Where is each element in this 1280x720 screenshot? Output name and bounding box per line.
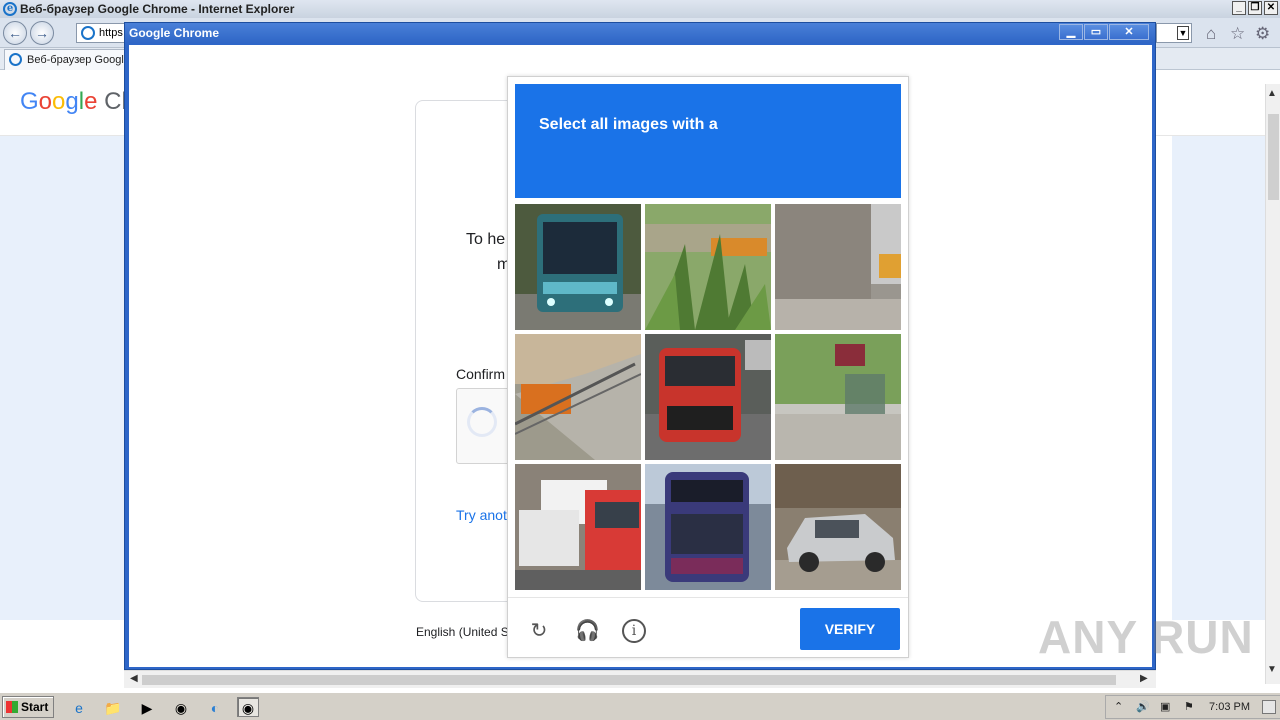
address-bar[interactable]: https xyxy=(76,23,126,43)
card-text-line1: To he xyxy=(466,231,506,248)
chrome-taskbar-icon[interactable]: ◉ xyxy=(170,697,192,717)
start-button[interactable]: Start xyxy=(2,696,54,718)
captcha-tile-car[interactable] xyxy=(775,464,901,590)
captcha-tile-wall[interactable] xyxy=(775,204,901,330)
ie-tab[interactable]: Веб-браузер Google xyxy=(4,49,130,70)
captcha-tile-bus-2[interactable] xyxy=(645,464,771,590)
ie-page-icon xyxy=(81,26,95,40)
fence-image-icon xyxy=(515,334,641,460)
ie-window-controls: _ ❐ ✕ xyxy=(1232,1,1278,15)
start-label: Start xyxy=(21,700,49,714)
close-icon[interactable]: ✕ xyxy=(1264,1,1278,15)
street-image-icon xyxy=(775,334,901,460)
system-tray: ⌃ 🔊 ▣ ⚑ 7:03 PM xyxy=(1105,695,1280,719)
folder-taskbar-icon[interactable]: 📁 xyxy=(102,697,124,717)
close-icon[interactable]: ✕ xyxy=(1109,24,1149,40)
ie-taskbar-icon[interactable]: e xyxy=(68,697,90,717)
minimize-icon[interactable]: _ xyxy=(1232,1,1246,15)
reload-icon[interactable]: ↻ xyxy=(527,619,551,643)
captcha-header: Select all images with a xyxy=(515,84,901,198)
ie-title-bar: e Веб-браузер Google Chrome - Internet E… xyxy=(0,0,1280,18)
network-icon[interactable]: ▣ xyxy=(1160,696,1170,718)
scroll-down-icon[interactable]: ▼ xyxy=(1267,664,1277,675)
ie-tab-icon xyxy=(9,53,22,66)
truck-image-icon xyxy=(515,464,641,590)
bus-image-icon xyxy=(645,464,771,590)
page-side-panel-right xyxy=(1172,136,1265,620)
van-image-icon xyxy=(645,334,771,460)
captcha-tile-truck[interactable] xyxy=(515,464,641,590)
edge-taskbar-icon[interactable]: ◐ xyxy=(204,697,226,717)
captcha-prompt: Select all images with a xyxy=(539,116,718,133)
google-chrome-logo: Google Ch xyxy=(20,88,135,115)
page-side-panel-left xyxy=(0,136,124,620)
restore-icon[interactable]: ❐ xyxy=(1248,1,1262,15)
scroll-right-icon[interactable]: ▶ xyxy=(1140,673,1148,684)
address-dropdown[interactable]: ▼ xyxy=(1156,23,1192,43)
address-text: https xyxy=(99,27,123,39)
captcha-footer: ↻ 🎧 i VERIFY xyxy=(508,597,908,657)
scroll-thumb[interactable] xyxy=(1268,114,1279,200)
bus-image-icon xyxy=(515,204,641,330)
taskbar-clock[interactable]: 7:03 PM xyxy=(1209,696,1250,718)
wall-image-icon xyxy=(775,204,901,330)
action-center-flag-icon[interactable]: ⚑ xyxy=(1184,696,1194,718)
forward-arrow-icon[interactable]: → xyxy=(30,21,54,45)
car-image-icon xyxy=(775,464,901,590)
show-desktop-icon[interactable] xyxy=(1262,700,1276,714)
language-selector[interactable]: English (United S xyxy=(416,625,509,639)
scroll-left-icon[interactable]: ◀ xyxy=(130,673,138,684)
settings-gear-icon[interactable]: ⚙ xyxy=(1255,24,1270,44)
scroll-up-icon[interactable]: ▲ xyxy=(1267,88,1277,99)
captcha-tile-bus[interactable] xyxy=(515,204,641,330)
taskbar: Start e 📁 ▶ ◉ ◐ ◉ ⌃ 🔊 ▣ ⚑ 7:03 PM xyxy=(0,692,1280,720)
ie-vertical-scrollbar[interactable]: ▲ ▼ xyxy=(1265,84,1280,684)
home-icon[interactable]: ⌂ xyxy=(1206,24,1216,44)
chrome-title-bar: Google Chrome ▁ ▭ ✕ xyxy=(125,23,1155,43)
info-icon[interactable]: i xyxy=(622,619,646,643)
confirm-label: Confirm xyxy=(456,366,506,382)
chrome-window-controls: ▁ ▭ ✕ xyxy=(1059,24,1149,40)
captcha-tile-fence[interactable] xyxy=(515,334,641,460)
captcha-tile-plant[interactable] xyxy=(645,204,771,330)
chrome-active-taskbar-icon[interactable]: ◉ xyxy=(237,697,259,717)
anyrun-watermark: ANY RUN xyxy=(1038,611,1254,663)
loading-spinner-icon xyxy=(467,407,497,437)
captcha-tile-van[interactable] xyxy=(645,334,771,460)
ie-tab-label: Веб-браузер Google xyxy=(27,54,130,66)
captcha-tile-street[interactable] xyxy=(775,334,901,460)
captcha-challenge: Select all images with a ↻ 🎧 i VERIFY xyxy=(507,76,909,658)
chrome-window-title: Google Chrome xyxy=(129,26,220,40)
horizontal-scrollbar[interactable]: ◀ ▶ xyxy=(124,670,1156,688)
media-player-taskbar-icon[interactable]: ▶ xyxy=(136,697,158,717)
verify-button[interactable]: VERIFY xyxy=(800,608,900,650)
chevron-down-icon[interactable]: ▼ xyxy=(1177,26,1189,40)
windows-flag-icon xyxy=(6,701,18,713)
headphones-audio-icon[interactable]: 🎧 xyxy=(575,619,600,643)
try-another-link[interactable]: Try anot xyxy=(456,507,507,523)
minimize-icon[interactable]: ▁ xyxy=(1059,24,1083,40)
ie-logo-icon: e xyxy=(3,2,17,16)
ie-window-title: Веб-браузер Google Chrome - Internet Exp… xyxy=(20,2,295,16)
maximize-icon[interactable]: ▭ xyxy=(1084,24,1108,40)
favorites-star-icon[interactable]: ☆ xyxy=(1230,24,1245,44)
back-arrow-icon[interactable]: ← xyxy=(3,21,27,45)
plant-image-icon xyxy=(645,204,771,330)
captcha-image-grid xyxy=(515,204,901,590)
volume-icon[interactable]: 🔊 xyxy=(1136,696,1150,718)
tray-expand-icon[interactable]: ⌃ xyxy=(1114,696,1123,718)
h-scroll-thumb[interactable] xyxy=(142,675,1116,685)
